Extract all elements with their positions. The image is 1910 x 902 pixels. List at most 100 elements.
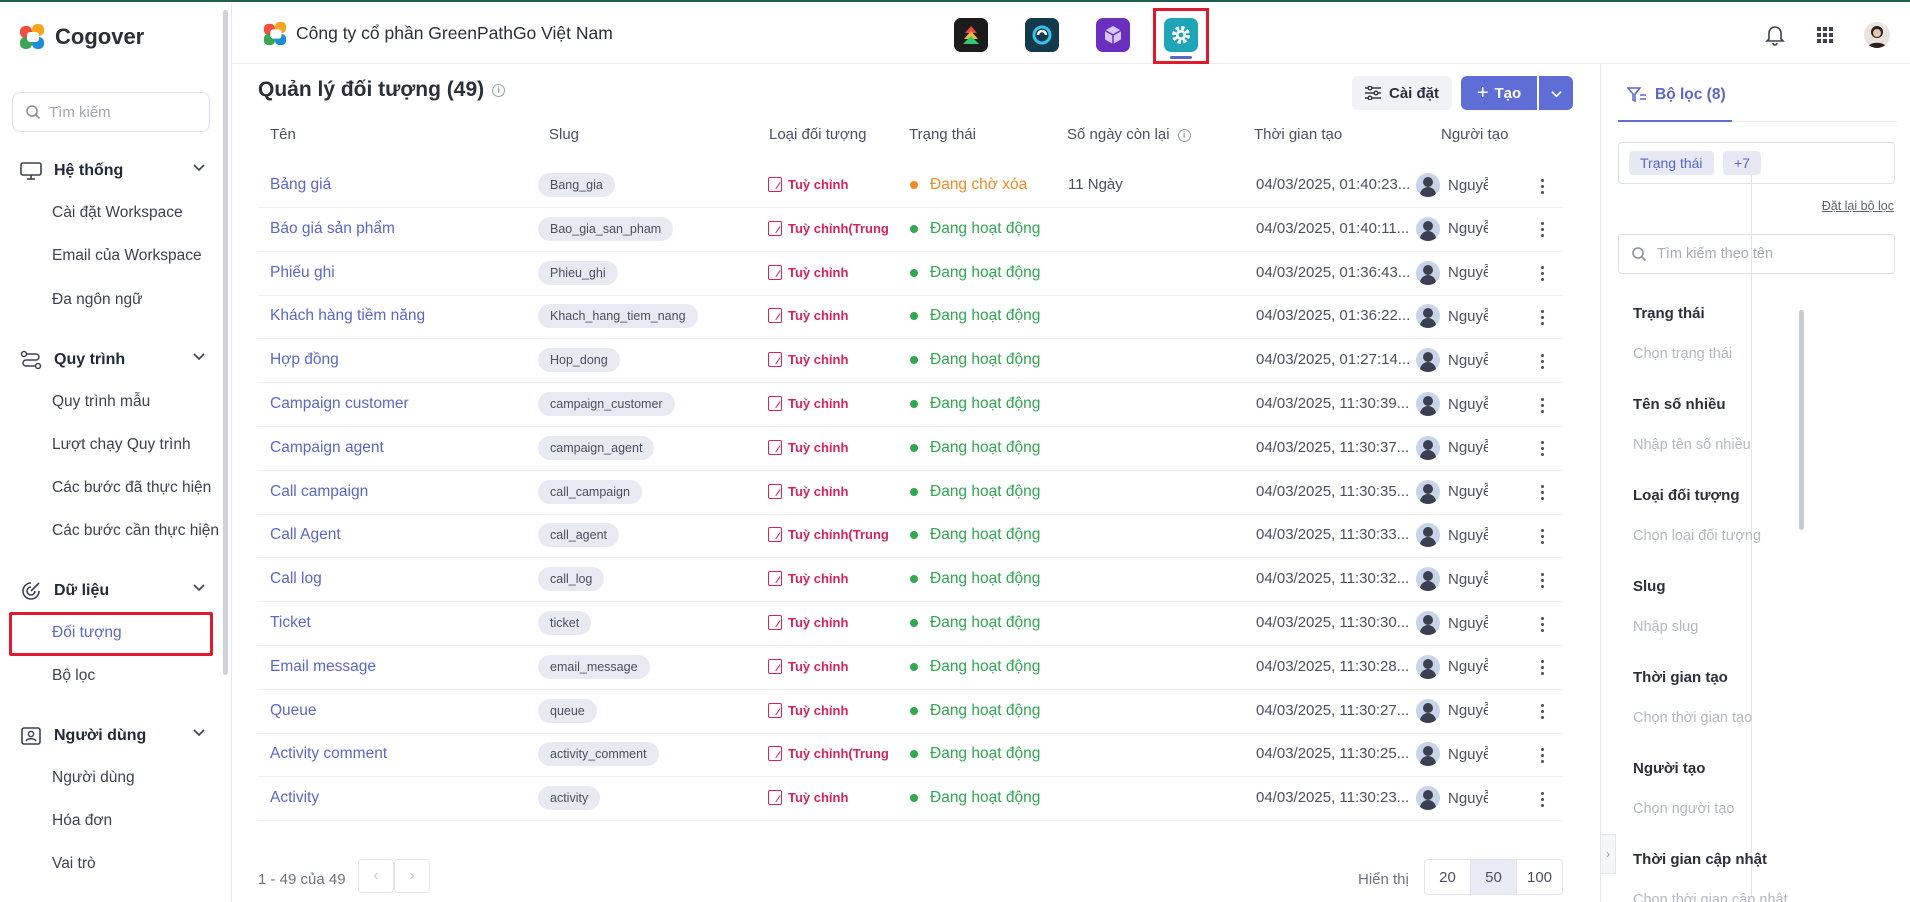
table-row[interactable]: Báo giá sản phẩm Bao_gia_san_pham Tuỳ chỉn… <box>258 208 1563 252</box>
more-options-icon[interactable] <box>1532 260 1552 288</box>
filter-tab[interactable]: Bộ lọc (8) <box>1627 86 1726 104</box>
grid-menu-icon[interactable] <box>1812 22 1838 48</box>
filter-field-input[interactable]: Chọn loại đối tượng <box>1633 528 1761 544</box>
table-row[interactable]: Hợp đồng Hop_dong Tuỳ chỉnh Đang hoạt động 0… <box>258 339 1563 384</box>
app-tree-icon[interactable] <box>954 18 988 52</box>
more-options-icon[interactable] <box>1532 347 1552 375</box>
sidebar-group-users[interactable]: Người dùng <box>18 721 206 751</box>
create-button[interactable]: + Tạo <box>1461 76 1537 110</box>
sidebar-group-system[interactable]: Hệ thống <box>18 156 206 186</box>
sidebar-item-workspace-settings[interactable]: Cài đặt Workspace <box>52 200 183 226</box>
more-options-icon[interactable] <box>1532 522 1552 550</box>
more-options-icon[interactable] <box>1532 391 1552 419</box>
info-icon[interactable]: i <box>1177 128 1191 142</box>
table-row[interactable]: Email message email_message Tuỳ chỉnh Đang … <box>258 646 1563 690</box>
sidebar-item-users[interactable]: Người dùng <box>52 765 135 791</box>
table-row[interactable]: Call log call_log Tuỳ chỉnh Đang hoạt động 0… <box>258 558 1563 603</box>
column-header-created-at[interactable]: Thời gian tạo <box>1254 126 1342 143</box>
object-name-link[interactable]: Queue <box>270 702 317 720</box>
app-cube-icon[interactable] <box>1096 18 1130 52</box>
object-name-link[interactable]: Call campaign <box>270 483 368 501</box>
table-row[interactable]: Khách hàng tiềm năng Khach_hang_tiem_nang… <box>258 295 1563 340</box>
more-options-icon[interactable] <box>1532 610 1552 638</box>
company-name[interactable]: Công ty cổ phần GreenPathGo Việt Nam <box>296 23 613 44</box>
table-row[interactable]: Call campaign call_campaign Tuỳ chỉnh Đang … <box>258 471 1563 515</box>
sidebar-item-objects[interactable]: Đối tượng <box>52 620 122 646</box>
more-options-icon[interactable] <box>1532 654 1552 682</box>
object-name-link[interactable]: Khách hàng tiềm năng <box>270 307 425 325</box>
column-header-days-left[interactable]: Số ngày còn lại i <box>1067 126 1191 143</box>
column-header-status[interactable]: Trạng thái <box>909 126 976 143</box>
active-filters-box[interactable]: Trạng thái +7 <box>1618 142 1895 184</box>
sidebar-item-steps-todo[interactable]: Các bước cần thực hiện <box>52 518 219 544</box>
sidebar-item-filters[interactable]: Bộ lọc <box>52 663 95 689</box>
prev-page-button[interactable]: ‹ <box>358 859 394 893</box>
filter-field-input[interactable]: Nhập tên số nhiều <box>1633 437 1751 453</box>
settings-button[interactable]: Cài đặt <box>1352 76 1452 110</box>
object-name-link[interactable]: Email message <box>270 658 376 676</box>
column-header-creator[interactable]: Người tạo <box>1441 126 1508 143</box>
object-name-link[interactable]: Ticket <box>270 614 311 632</box>
object-name-link[interactable]: Campaign customer <box>270 395 409 413</box>
object-name-link[interactable]: Hợp đồng <box>270 351 339 369</box>
filter-field-input[interactable]: Chọn thời gian tạo <box>1633 710 1752 726</box>
avatar[interactable] <box>1864 22 1890 48</box>
filter-search-input[interactable]: Tìm kiếm theo tên <box>1618 234 1895 274</box>
filter-field-input[interactable]: Chọn thời gian cập nhật <box>1633 892 1788 902</box>
sidebar-search-input[interactable]: Tìm kiếm <box>12 92 210 132</box>
object-name-link[interactable]: Call Agent <box>270 526 341 544</box>
filter-field-input[interactable]: Chọn trạng thái <box>1633 346 1732 362</box>
more-options-icon[interactable] <box>1532 303 1552 331</box>
sidebar-item-invoices[interactable]: Hóa đơn <box>52 808 112 834</box>
table-row[interactable]: Activity activity Tuỳ chỉnh Đang hoạt động 0… <box>258 777 1563 822</box>
table-row[interactable]: Campaign agent campaign_agent Tuỳ chỉnh Đan… <box>258 427 1563 471</box>
sidebar-item-workflow-runs[interactable]: Lượt chạy Quy trình <box>52 432 191 458</box>
sidebar-item-multilanguage[interactable]: Đa ngôn ngữ <box>52 287 143 313</box>
create-dropdown-button[interactable] <box>1539 76 1573 110</box>
filter-chip-status[interactable]: Trạng thái <box>1629 151 1714 175</box>
more-options-icon[interactable] <box>1532 741 1552 769</box>
filter-field-input[interactable]: Chọn người tạo <box>1633 801 1734 817</box>
bell-icon[interactable] <box>1762 22 1788 48</box>
column-header-slug[interactable]: Slug <box>549 126 579 143</box>
more-options-icon[interactable] <box>1532 172 1552 200</box>
more-options-icon[interactable] <box>1532 698 1552 726</box>
info-icon[interactable]: i <box>492 83 506 97</box>
more-options-icon[interactable] <box>1532 216 1552 244</box>
table-row[interactable]: Call Agent call_agent Tuỳ chỉnh(Trung Đang … <box>258 514 1563 559</box>
brand-logo[interactable]: Cogover <box>18 22 144 52</box>
sidebar-group-workflow[interactable]: Quy trình <box>18 345 206 375</box>
object-name-link[interactable]: Báo giá sản phẩm <box>270 220 395 238</box>
sidebar-item-workflow-templates[interactable]: Quy trình mẫu <box>52 389 150 415</box>
page-size-100[interactable]: 100 <box>1516 859 1563 895</box>
filter-field-input[interactable]: Nhập slug <box>1633 619 1698 635</box>
more-options-icon[interactable] <box>1532 435 1552 463</box>
column-header-type[interactable]: Loại đối tượng <box>769 126 866 143</box>
table-row[interactable]: Phiếu ghi Phieu_ghi Tuỳ chỉnh Đang hoạt độn… <box>258 252 1563 296</box>
object-name-link[interactable]: Phiếu ghi <box>270 264 335 282</box>
sidebar-item-roles[interactable]: Vai trò <box>52 851 96 877</box>
sidebar-item-workspace-email[interactable]: Email của Workspace <box>52 243 202 269</box>
more-options-icon[interactable] <box>1532 479 1552 507</box>
page-size-20[interactable]: 20 <box>1424 859 1471 895</box>
filter-chip-more[interactable]: +7 <box>1723 151 1761 175</box>
column-header-name[interactable]: Tên <box>270 126 296 143</box>
object-name-link[interactable]: Call log <box>270 570 322 588</box>
page-size-50[interactable]: 50 <box>1470 859 1517 895</box>
more-options-icon[interactable] <box>1532 566 1552 594</box>
reset-filter-link[interactable]: Đặt lại bộ lọc <box>1822 199 1894 213</box>
sidebar-scrollbar[interactable] <box>223 10 228 675</box>
table-row[interactable]: Bảng giá Bang_gia Tuỳ chỉnh Đang chờ xóa 11 … <box>258 164 1563 208</box>
app-link-icon[interactable] <box>1025 18 1059 52</box>
table-row[interactable]: Ticket ticket Tuỳ chỉnh Đang hoạt động 04/03… <box>258 602 1563 646</box>
object-name-link[interactable]: Bảng giá <box>270 176 331 194</box>
table-row[interactable]: Campaign customer campaign_customer Tuỳ ch… <box>258 383 1563 427</box>
next-page-button[interactable]: › <box>394 859 430 893</box>
object-name-link[interactable]: Activity <box>270 789 319 807</box>
table-row[interactable]: Queue queue Tuỳ chỉnh Đang hoạt động 04/03/2… <box>258 690 1563 734</box>
sidebar-group-data[interactable]: Dữ liệu <box>18 576 206 606</box>
more-options-icon[interactable] <box>1532 785 1552 813</box>
object-name-link[interactable]: Activity comment <box>270 745 387 763</box>
sidebar-item-steps-done[interactable]: Các bước đã thực hiện <box>52 475 211 501</box>
collapse-panel-handle[interactable]: › <box>1600 834 1616 874</box>
